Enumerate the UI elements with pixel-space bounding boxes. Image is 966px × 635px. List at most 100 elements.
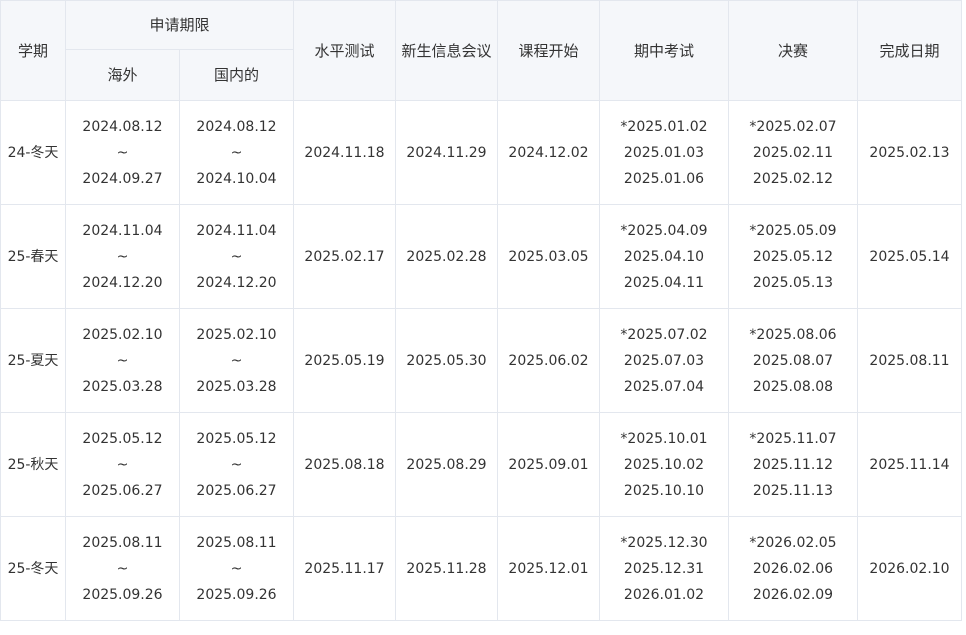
cell-domestic-period-line: 2025.05.12 [196, 430, 277, 447]
header-completion: 完成日期 [857, 0, 963, 101]
cell-midterm: *2025.10.01 2025.10.02 2025.10.10 [599, 412, 730, 517]
cell-orientation: 2025.11.28 [395, 516, 499, 621]
cell-domestic-period-line: 2025.06.27 [196, 482, 277, 499]
table-row: 25-秋天 2025.05.12 ~2025.06.27 2025.05.12 ~202… [0, 412, 963, 517]
cell-overseas-period-line: ~ [116, 248, 129, 265]
cell-domestic-period: 2024.11.04 ~2024.12.20 [178, 204, 295, 309]
cell-overseas-period-line: 2025.03.28 [82, 378, 163, 395]
cell-midterm-line: *2025.07.02 [620, 326, 708, 343]
cell-midterm: *2025.07.02 2025.07.03 2025.07.04 [599, 308, 730, 413]
cell-domestic-period-line: ~ [230, 248, 243, 265]
cell-placement-test: 2025.11.17 [293, 516, 397, 621]
cell-overseas-period: 2024.08.12 ~2024.09.27 [65, 100, 180, 205]
cell-final-line: 2025.02.11 [752, 144, 834, 161]
cell-midterm-line: 2026.01.02 [623, 586, 705, 603]
cell-overseas-period-line: 2025.09.26 [82, 586, 163, 603]
cell-overseas-period-line: 2025.02.10 [82, 326, 163, 343]
cell-final-line: 2025.08.07 [752, 352, 834, 369]
cell-midterm-line: *2025.04.09 [620, 222, 708, 239]
cell-domestic-period-line: 2024.08.12 [196, 118, 277, 135]
cell-domestic-period-line: ~ [230, 456, 243, 473]
cell-final-line: 2026.02.09 [752, 586, 834, 603]
cell-midterm-line: 2025.04.11 [623, 274, 705, 291]
cell-term: 25-春天 [0, 204, 66, 309]
cell-placement-test: 2025.08.18 [293, 412, 397, 517]
cell-overseas-period-line: ~ [116, 352, 129, 369]
cell-overseas-period-line: 2025.06.27 [82, 482, 163, 499]
header-final: 决赛 [728, 0, 859, 101]
cell-term: 25-冬天 [0, 516, 66, 621]
cell-domestic-period-line: 2024.10.04 [196, 170, 277, 187]
cell-term: 24-冬天 [0, 100, 66, 205]
cell-overseas-period: 2025.02.10 ~2025.03.28 [65, 308, 180, 413]
cell-overseas-period-line: 2024.12.20 [82, 274, 163, 291]
cell-midterm-line: 2025.07.04 [623, 378, 705, 395]
cell-midterm-line: 2025.12.31 [623, 560, 705, 577]
cell-placement-test: 2025.02.17 [293, 204, 397, 309]
cell-domestic-period: 2025.02.10 ~2025.03.28 [178, 308, 295, 413]
cell-final: *2025.02.07 2025.02.11 2025.02.12 [728, 100, 859, 205]
cell-orientation: 2025.02.28 [395, 204, 499, 309]
cell-placement-test: 2025.05.19 [293, 308, 397, 413]
cell-completion: 2025.05.14 [857, 204, 963, 309]
cell-domestic-period-line: 2024.12.20 [196, 274, 277, 291]
header-midterm: 期中考试 [599, 0, 730, 101]
cell-final-line: 2025.05.13 [752, 274, 834, 291]
cell-midterm-line: *2025.12.30 [620, 534, 708, 551]
cell-final: *2025.11.07 2025.11.12 2025.11.13 [728, 412, 859, 517]
cell-midterm: *2025.01.02 2025.01.03 2025.01.06 [599, 100, 730, 205]
header-orientation: 新生信息会议 [395, 0, 499, 101]
cell-orientation: 2024.11.29 [395, 100, 499, 205]
cell-domestic-period-line: 2025.09.26 [196, 586, 277, 603]
cell-domestic-period-line: 2025.02.10 [196, 326, 277, 343]
cell-final-line: 2025.05.12 [752, 248, 834, 265]
cell-domestic-period-line: 2025.08.11 [196, 534, 277, 551]
cell-completion: 2025.02.13 [857, 100, 963, 205]
cell-course-start: 2025.12.01 [497, 516, 601, 621]
cell-final-line: *2025.02.07 [749, 118, 837, 135]
cell-overseas-period: 2024.11.04 ~2024.12.20 [65, 204, 180, 309]
cell-final-line: *2025.08.06 [749, 326, 837, 343]
cell-overseas-period: 2025.05.12 ~2025.06.27 [65, 412, 180, 517]
header-row: 学期 申请期限 水平测试 新生信息会议 课程开始 期中考试 决赛 完成日期 [0, 0, 963, 101]
cell-domestic-period-line: 2024.11.04 [196, 222, 277, 239]
cell-midterm-line: *2025.10.01 [620, 430, 708, 447]
table-row: 24-冬天 2024.08.12 ~2024.09.27 2024.08.12 ~202… [0, 100, 963, 205]
cell-midterm: *2025.04.09 2025.04.10 2025.04.11 [599, 204, 730, 309]
cell-midterm-line: 2025.01.03 [623, 144, 705, 161]
header-placement-test: 水平测试 [293, 0, 397, 101]
cell-final-line: *2025.05.09 [749, 222, 837, 239]
cell-overseas-period-line: ~ [116, 456, 129, 473]
cell-final: *2025.05.09 2025.05.12 2025.05.13 [728, 204, 859, 309]
table-row: 25-夏天 2025.02.10 ~2025.03.28 2025.02.10 ~202… [0, 308, 963, 413]
cell-completion: 2026.02.10 [857, 516, 963, 621]
cell-domestic-period-line: ~ [230, 560, 243, 577]
cell-course-start: 2024.12.02 [497, 100, 601, 205]
cell-final: *2026.02.05 2026.02.06 2026.02.09 [728, 516, 859, 621]
cell-overseas-period-line: 2025.08.11 [82, 534, 163, 551]
cell-completion: 2025.08.11 [857, 308, 963, 413]
cell-final-line: *2025.11.07 [749, 430, 837, 447]
cell-domestic-period-line: 2025.03.28 [196, 378, 277, 395]
cell-overseas-period-line: ~ [116, 144, 129, 161]
cell-overseas-period-line: 2025.05.12 [82, 430, 163, 447]
cell-overseas-period-line: 2024.09.27 [82, 170, 163, 187]
table-row: 25-冬天 2025.08.11 ~2025.09.26 2025.08.11 ~202… [0, 516, 963, 621]
cell-orientation: 2025.05.30 [395, 308, 499, 413]
cell-final: *2025.08.06 2025.08.07 2025.08.08 [728, 308, 859, 413]
schedule-table: 学期 申请期限 水平测试 新生信息会议 课程开始 期中考试 决赛 完成日期 海外… [0, 0, 963, 621]
cell-domestic-period-line: ~ [230, 352, 243, 369]
cell-midterm-line: 2025.01.06 [623, 170, 705, 187]
cell-midterm-line: 2025.10.02 [623, 456, 705, 473]
cell-domestic-period-line: ~ [230, 144, 243, 161]
header-domestic: 国内的 [178, 49, 295, 101]
cell-overseas-period: 2025.08.11 ~2025.09.26 [65, 516, 180, 621]
cell-final-line: 2025.11.13 [752, 482, 834, 499]
cell-domestic-period: 2024.08.12 ~2024.10.04 [178, 100, 295, 205]
cell-overseas-period-line: 2024.11.04 [82, 222, 163, 239]
cell-term: 25-秋天 [0, 412, 66, 517]
schedule-body: 24-冬天 2024.08.12 ~2024.09.27 2024.08.12 ~202… [0, 100, 963, 621]
cell-midterm-line: 2025.07.03 [623, 352, 705, 369]
table-row: 25-春天 2024.11.04 ~2024.12.20 2024.11.04 ~202… [0, 204, 963, 309]
cell-final-line: 2025.02.12 [752, 170, 834, 187]
